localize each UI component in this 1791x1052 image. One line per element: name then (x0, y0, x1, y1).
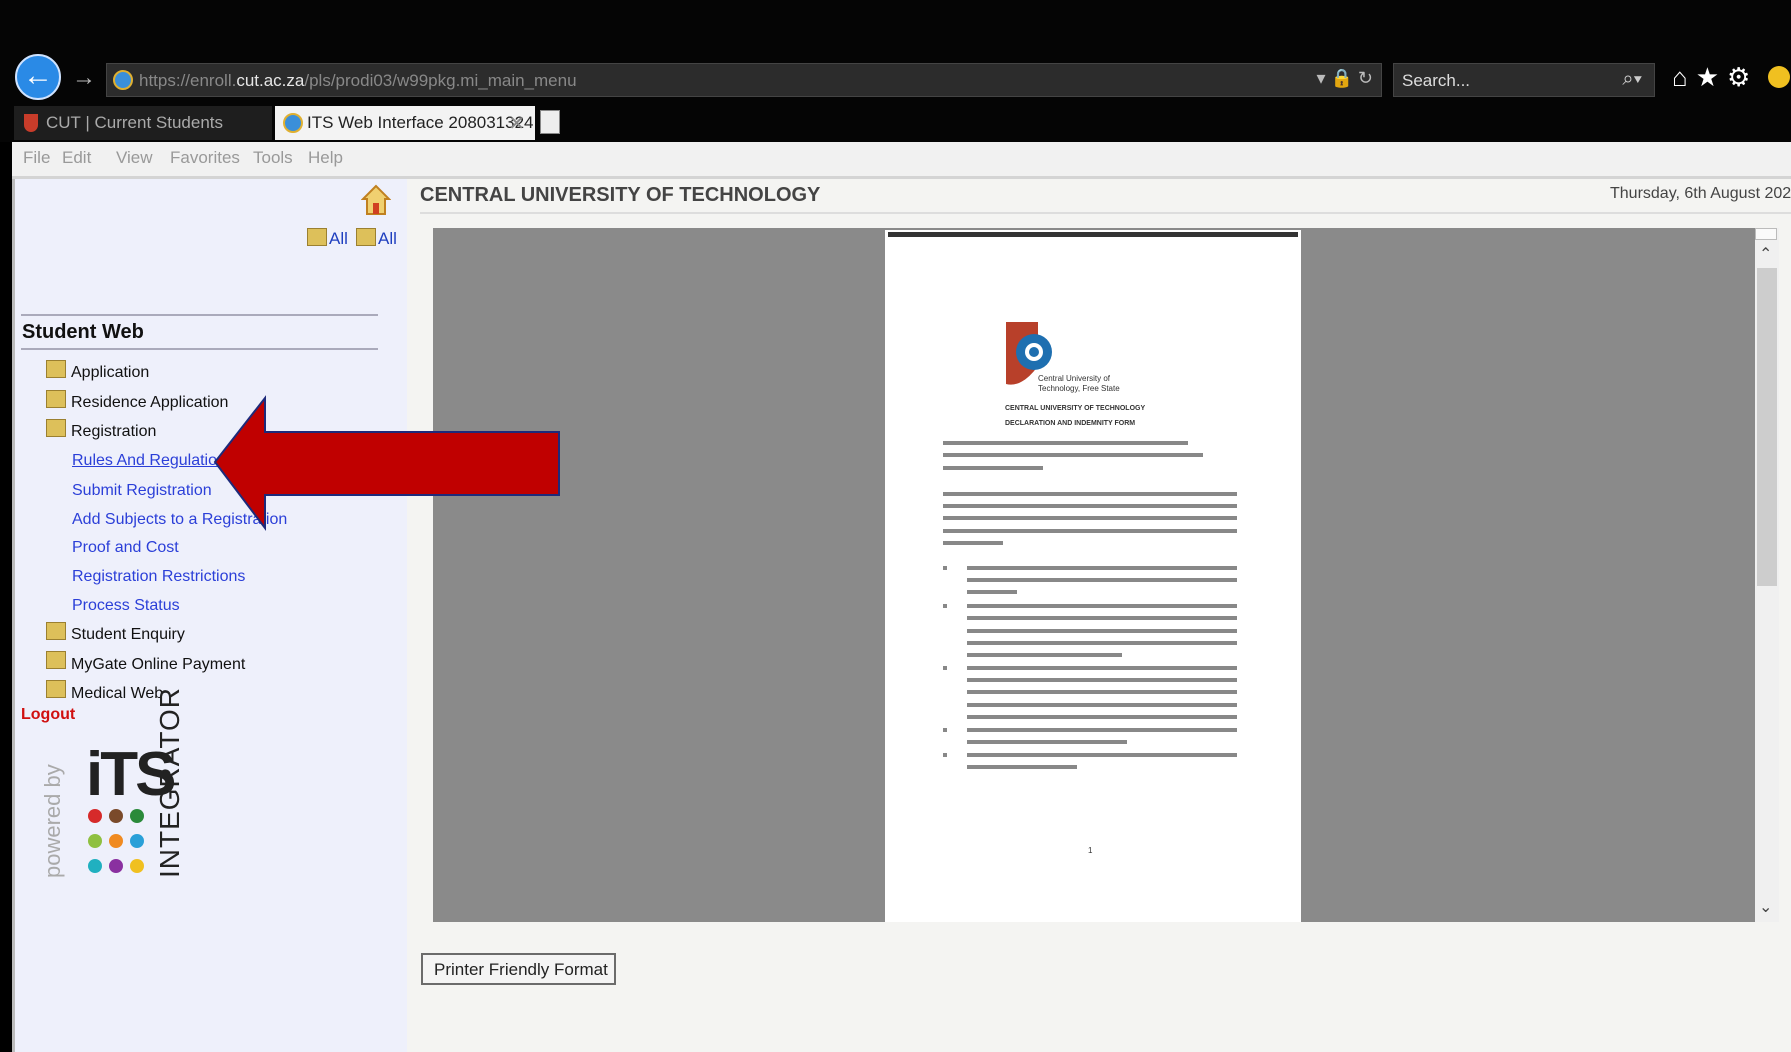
new-tab-button[interactable] (540, 110, 560, 134)
forward-button[interactable]: → (72, 64, 96, 92)
scrollbar-top-cap (1755, 228, 1777, 240)
feedback-smiley-icon[interactable] (1768, 66, 1790, 88)
menu-edit[interactable]: Edit (62, 148, 91, 168)
address-bar[interactable]: https://enroll.cut.ac.za/pls/prodi03/w99… (106, 63, 1382, 97)
folder-icon[interactable] (46, 622, 66, 640)
page-title: CENTRAL UNIVERSITY OF TECHNOLOGY (420, 184, 821, 206)
menu-file[interactable]: File (23, 148, 50, 168)
folder-open-icon[interactable] (46, 419, 66, 437)
cut-shield-icon (24, 114, 38, 132)
doc-page-number: 1 (1088, 846, 1093, 855)
tab-label: CUT | Current Students (46, 113, 224, 132)
address-url[interactable]: https://enroll.cut.ac.za/pls/prodi03/w99… (139, 71, 577, 91)
expand-all-button[interactable]: All (307, 228, 348, 249)
logo-dot (109, 859, 123, 873)
link-submit-registration[interactable]: Submit Registration (72, 482, 212, 500)
printer-friendly-button[interactable]: Printer Friendly Format (421, 953, 616, 985)
link-registration-restrictions[interactable]: Registration Restrictions (72, 568, 245, 586)
section-title: Student Web (22, 321, 144, 343)
search-icon[interactable]: ⌕▾ (1622, 68, 1642, 91)
folder-minus-icon (356, 228, 376, 246)
search-box[interactable]: Search... ⌕▾ (1393, 63, 1655, 97)
pdf-page (885, 230, 1301, 922)
menu-favorites[interactable]: Favorites (170, 148, 240, 168)
sidebar-item-student-enquiry[interactable]: Student Enquiry (71, 626, 185, 644)
integrator-logo-text: INTEGRATOR (154, 687, 185, 878)
settings-gear-icon[interactable]: ⚙ (1727, 62, 1758, 92)
divider (21, 348, 378, 350)
collapse-all-label: All (378, 229, 397, 248)
logo-dot (130, 809, 144, 823)
address-controls[interactable]: ▾ 🔒 ↻ (1316, 68, 1373, 89)
divider (21, 314, 378, 316)
link-proof-and-cost[interactable]: Proof and Cost (72, 539, 179, 557)
scroll-down-icon[interactable]: ⌄ (1759, 897, 1772, 917)
menu-bar: File Edit View Favorites Tools Help (12, 142, 1791, 179)
tab-cut-current-students[interactable]: CUT | Current Students (14, 106, 272, 140)
home-icon[interactable] (361, 184, 391, 216)
expand-all-label: All (329, 229, 348, 248)
folder-plus-icon (307, 228, 327, 246)
sidebar (12, 179, 407, 1052)
home-icon[interactable]: ⌂ (1672, 62, 1696, 92)
tab-label: ITS Web Interface 208031324 (307, 113, 534, 132)
logo-dot (109, 834, 123, 848)
collapse-all-button[interactable]: All (356, 228, 397, 249)
favorites-star-icon[interactable]: ★ (1696, 62, 1727, 92)
doc-logo-caption: Central University of (1038, 374, 1111, 383)
red-arrow-annotation (213, 395, 560, 531)
search-input[interactable]: Search... (1402, 71, 1470, 91)
folder-icon[interactable] (46, 651, 66, 669)
folder-icon[interactable] (46, 390, 66, 408)
current-date: Thursday, 6th August 2020 (1610, 185, 1791, 202)
logout-link[interactable]: Logout (21, 706, 75, 724)
menu-view[interactable]: View (116, 148, 153, 168)
doc-heading: DECLARATION AND INDEMNITY FORM (1005, 420, 1136, 427)
powered-by-text: powered by (40, 764, 65, 878)
tab-its-web-interface[interactable]: ITS Web Interface 208031324 ✕ (275, 106, 535, 140)
sidebar-item-mygate-payment[interactable]: MyGate Online Payment (71, 656, 245, 674)
sidebar-item-residence-application[interactable]: Residence Application (71, 394, 228, 412)
scroll-up-icon[interactable]: ⌃ (1759, 244, 1772, 264)
scrollbar-thumb[interactable] (1757, 268, 1777, 586)
toolbar-icons[interactable]: ⌂★⚙ (1672, 62, 1758, 93)
logo-dot (88, 859, 102, 873)
doc-heading: CENTRAL UNIVERSITY OF TECHNOLOGY (1005, 405, 1146, 412)
logo-dot (88, 834, 102, 848)
doc-logo-caption: Technology, Free State (1038, 384, 1120, 393)
back-button[interactable]: ← (15, 54, 61, 100)
pdf-page-top-border (888, 232, 1298, 237)
close-tab-icon[interactable]: ✕ (508, 111, 525, 136)
ie-page-icon (113, 70, 133, 90)
logo-dot (130, 859, 144, 873)
sidebar-item-application[interactable]: Application (71, 364, 149, 382)
folder-icon[interactable] (46, 360, 66, 378)
menu-help[interactable]: Help (308, 148, 343, 168)
logo-dot (88, 809, 102, 823)
ie-page-icon (283, 113, 303, 133)
link-process-status[interactable]: Process Status (72, 597, 180, 615)
sidebar-item-medical-web[interactable]: Medical Web (71, 685, 163, 703)
logo-dot (109, 809, 123, 823)
logo-dot (130, 834, 144, 848)
folder-icon[interactable] (46, 680, 66, 698)
sidebar-item-registration[interactable]: Registration (71, 423, 156, 441)
menu-tools[interactable]: Tools (253, 148, 293, 168)
